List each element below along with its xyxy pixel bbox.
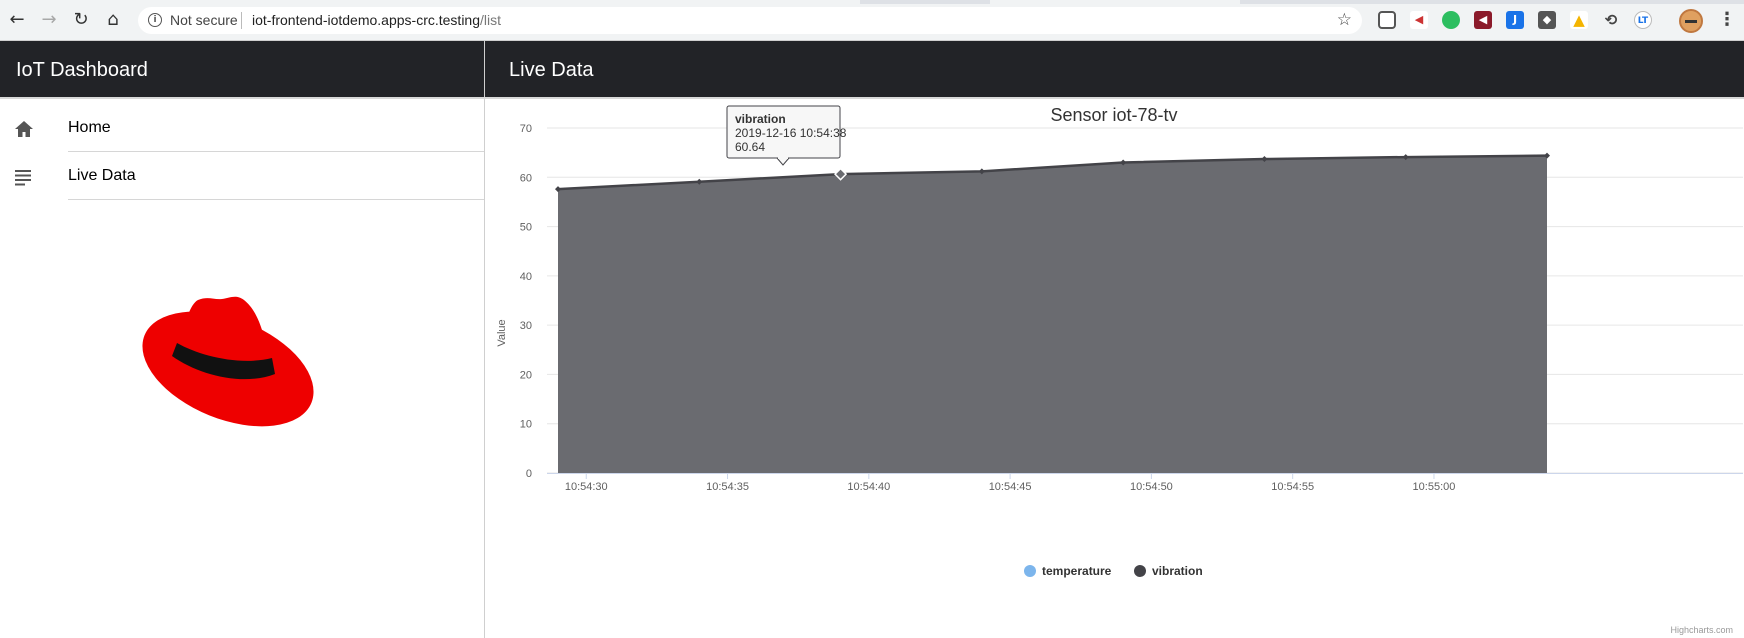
main-header: Live Data xyxy=(485,41,1744,97)
y-tick-label: 50 xyxy=(520,222,532,234)
chart-credits[interactable]: Highcharts.com xyxy=(1670,625,1733,635)
x-axis-ticks: 10:54:30 10:54:35 10:54:40 10:54:45 10:54:50… xyxy=(547,473,1743,493)
audio-extension-icon[interactable]: ◀ xyxy=(1474,11,1492,29)
x-tick-label: 10:54:30 xyxy=(565,481,608,493)
url-text[interactable]: iot-frontend-iotdemo.apps-crc.testing/li… xyxy=(252,12,501,28)
tooltip-pointer xyxy=(776,157,790,166)
page-title: Live Data xyxy=(509,59,594,81)
bookmark-star-icon[interactable]: ☆ xyxy=(1337,10,1352,30)
info-icon[interactable]: i xyxy=(148,13,162,27)
url-host: iot-frontend-iotdemo.apps-crc.testing xyxy=(252,12,480,28)
x-tick-label: 10:54:55 xyxy=(1271,481,1314,493)
url-separator xyxy=(241,12,242,29)
legend-item-temperature[interactable]: temperature xyxy=(1042,564,1112,578)
y-tick-label: 0 xyxy=(526,468,532,480)
forward-icon[interactable]: → xyxy=(38,9,60,31)
more-menu-icon[interactable]: ⋮ xyxy=(1718,9,1736,31)
legend-marker-temperature xyxy=(1024,565,1036,577)
live-data-chart: Sensor iot-78-tv 0 10 20 30 40 50 60 70 Value 1… xyxy=(496,105,1743,635)
sidebar-header: IoT Dashboard xyxy=(0,41,484,97)
list-icon xyxy=(15,170,31,186)
y-axis-ticks: 0 10 20 30 40 50 60 70 xyxy=(520,123,532,480)
chart-tooltip: vibration 2019-12-16 10:54:38 60.64 xyxy=(726,105,847,166)
sidebar-divider-line xyxy=(68,199,484,200)
address-bar[interactable]: i Not secure iot-frontend-iotdemo.apps-c… xyxy=(138,7,1362,34)
tab-strip-edge xyxy=(860,0,990,4)
tooltip-time: 2019-12-16 10:54:38 xyxy=(735,126,847,140)
y-tick-label: 40 xyxy=(520,271,532,283)
home-button-icon[interactable]: ⌂ xyxy=(102,9,124,31)
legend-marker-vibration xyxy=(1134,565,1146,577)
tooltip-value: 60.64 xyxy=(735,140,765,154)
sync-extension-icon[interactable]: ⟲ xyxy=(1602,11,1620,29)
area-fill-vibration xyxy=(558,155,1547,473)
chart-title: Sensor iot-78-tv xyxy=(1050,105,1177,125)
j-extension-icon[interactable]: J xyxy=(1506,11,1524,29)
y-tick-label: 30 xyxy=(520,320,532,332)
security-label: Not secure xyxy=(170,12,238,28)
lt-extension-icon[interactable]: LT xyxy=(1634,11,1652,29)
chart-legend[interactable]: temperature vibration xyxy=(1024,564,1203,578)
x-tick-label: 10:54:50 xyxy=(1130,481,1173,493)
x-tick-label: 10:54:40 xyxy=(847,481,890,493)
tab-strip-edge xyxy=(1240,0,1744,4)
x-tick-label: 10:54:35 xyxy=(706,481,749,493)
pocket-extension-icon[interactable] xyxy=(1378,11,1396,29)
browser-toolbar: ← → ↻ ⌂ i Not secure iot-frontend-iotdem… xyxy=(0,0,1744,41)
tooltip-series: vibration xyxy=(735,112,786,126)
x-tick-label: 10:54:45 xyxy=(989,481,1032,493)
cast-extension-icon[interactable]: ◀ xyxy=(1410,11,1428,29)
x-tick-label: 10:55:00 xyxy=(1413,481,1456,493)
legend-item-vibration[interactable]: vibration xyxy=(1152,564,1203,578)
drive-extension-icon[interactable]: ▲ xyxy=(1570,11,1588,29)
sidebar-item-home[interactable]: Home xyxy=(0,105,484,152)
sidebar-item-label: Live Data xyxy=(68,167,136,184)
home-icon xyxy=(15,121,33,137)
avatar[interactable] xyxy=(1679,9,1703,33)
sidebar-item-label: Home xyxy=(68,119,111,136)
back-icon[interactable]: ← xyxy=(6,9,28,31)
url-path: /list xyxy=(480,12,501,28)
y-axis-label: Value xyxy=(496,319,508,346)
y-tick-label: 10 xyxy=(520,419,532,431)
y-tick-label: 70 xyxy=(520,123,532,135)
series-vibration[interactable] xyxy=(555,152,1550,473)
sidebar-item-live-data[interactable]: Live Data xyxy=(0,153,484,200)
tooltip-pointer-mask xyxy=(778,156,788,159)
sidebar-divider-line xyxy=(68,151,484,152)
y-tick-label: 20 xyxy=(520,369,532,381)
y-tick-label: 60 xyxy=(520,172,532,184)
gem-extension-icon[interactable]: ◆ xyxy=(1538,11,1556,29)
evernote-extension-icon[interactable] xyxy=(1442,11,1460,29)
reload-icon[interactable]: ↻ xyxy=(70,9,92,31)
app-title: IoT Dashboard xyxy=(16,59,148,81)
red-hat-logo xyxy=(142,296,314,427)
